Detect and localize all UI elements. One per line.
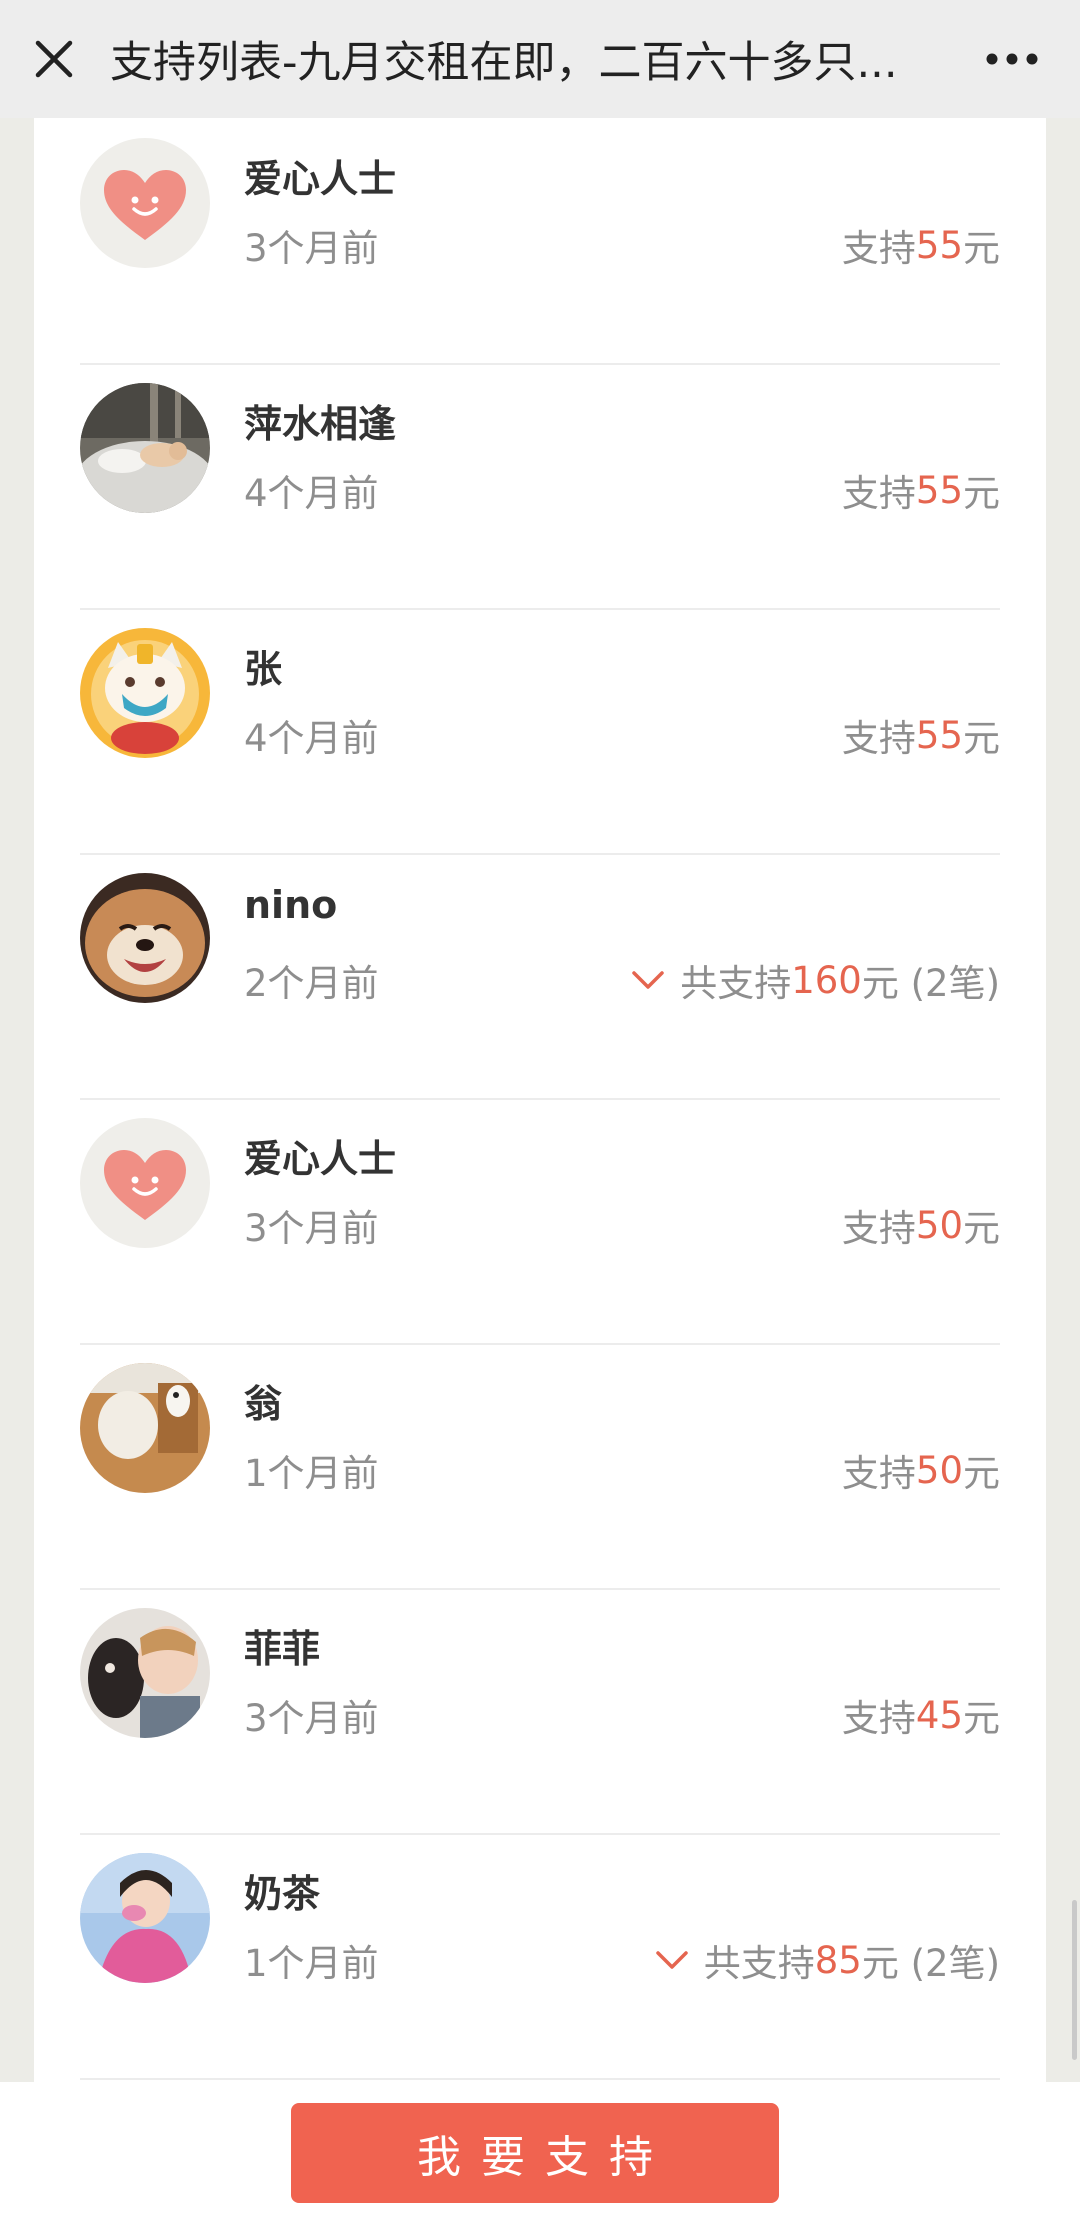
amount-suffix: 元	[963, 1207, 1000, 1250]
amount-suffix: 元	[963, 472, 1000, 515]
supporter-name: 爱心人士	[244, 1137, 397, 1181]
amount-suffix: 元	[963, 1452, 1000, 1495]
scrollbar-thumb[interactable]	[1072, 1900, 1077, 2060]
supporter-row[interactable]: 翁 1个月前 支持 50 元	[80, 1343, 1000, 1590]
heart-logo-avatar	[80, 138, 210, 268]
supporter-row[interactable]: 萍水相逢 4个月前 支持 55 元	[80, 363, 1000, 610]
amount-prefix: 支持	[841, 1207, 916, 1250]
amount-value: 55	[915, 468, 963, 512]
support-amount: 支持 50 元	[842, 1443, 1000, 1497]
amount-prefix: 共支持	[703, 1942, 815, 1985]
amount-suffix: 元	[963, 227, 1000, 270]
close-button[interactable]	[24, 29, 84, 89]
amount-value: 45	[915, 1693, 963, 1737]
cartoon-cat-mask-avatar	[80, 628, 210, 758]
supporter-row[interactable]: nino 2个月前 共支持 160 元 (2笔)	[80, 853, 1000, 1100]
amount-prefix: 支持	[841, 717, 916, 760]
support-time: 1个月前	[244, 1452, 379, 1495]
amount-prefix: 支持	[841, 1697, 916, 1740]
support-amount: 支持 55 元	[842, 218, 1000, 272]
supporters-list: 爱心人士 3个月前 支持 55 元 萍水相逢 4个月前 支持 55 元 张 4个…	[34, 118, 1046, 2118]
amount-value: 85	[814, 1938, 862, 1982]
amount-suffix: 元	[963, 717, 1000, 760]
amount-prefix: 共支持	[680, 962, 792, 1005]
support-time: 3个月前	[244, 1697, 379, 1740]
supporter-name: nino	[244, 883, 338, 927]
cats-photo-avatar	[80, 383, 210, 513]
supporter-row[interactable]: 爱心人士 3个月前 支持 55 元	[80, 118, 1000, 365]
amount-suffix: 元 (2笔)	[861, 1942, 1000, 1985]
supporter-name: 爱心人士	[244, 157, 397, 201]
more-button[interactable]	[984, 34, 1040, 84]
amount-suffix: 元	[963, 1697, 1000, 1740]
supporter-name: 萍水相逢	[244, 402, 397, 446]
support-amount: 支持 55 元	[842, 708, 1000, 762]
supporter-row[interactable]: 奶茶 1个月前 共支持 85 元 (2笔)	[80, 1833, 1000, 2080]
supporter-row[interactable]: 菲菲 3个月前 支持 45 元	[80, 1588, 1000, 1835]
amount-value: 55	[915, 713, 963, 757]
page-title: 支持列表-九月交租在即，二百六十多只...	[110, 38, 898, 88]
bottom-action-bar: 我要支持	[0, 2082, 1080, 2222]
girl-pink-sweater-avatar	[80, 1853, 210, 1983]
support-time: 4个月前	[244, 717, 379, 760]
support-time: 1个月前	[244, 1942, 379, 1985]
amount-prefix: 支持	[841, 227, 916, 270]
support-button[interactable]: 我要支持	[291, 2103, 779, 2203]
amount-value: 160	[791, 958, 862, 1002]
support-time: 4个月前	[244, 472, 379, 515]
support-amount-expandable[interactable]: 共支持 160 元 (2笔)	[630, 953, 1000, 1007]
chevron-down-icon	[632, 971, 664, 989]
support-amount: 支持 55 元	[842, 463, 1000, 517]
close-icon	[35, 40, 73, 78]
supporter-name: 张	[244, 647, 283, 691]
amount-prefix: 支持	[841, 472, 916, 515]
page: 支持列表-九月交租在即，二百六十多只... 爱心人士 3个月前 支持 55 元 …	[0, 0, 1080, 2222]
amount-prefix: 支持	[841, 1452, 916, 1495]
amount-value: 50	[915, 1203, 963, 1247]
support-amount: 支持 50 元	[842, 1198, 1000, 1252]
supporter-name: 奶茶	[244, 1872, 321, 1916]
shiba-dog-avatar	[80, 873, 210, 1003]
child-with-dog-avatar	[80, 1608, 210, 1738]
more-icon	[986, 53, 1038, 65]
support-amount: 支持 45 元	[842, 1688, 1000, 1742]
amount-value: 55	[915, 223, 963, 267]
support-time: 2个月前	[244, 962, 379, 1005]
supporter-name: 翁	[244, 1382, 283, 1426]
supporter-row[interactable]: 张 4个月前 支持 55 元	[80, 608, 1000, 855]
dogs-on-floor-avatar	[80, 1363, 210, 1493]
heart-logo-avatar	[80, 1118, 210, 1248]
amount-value: 50	[915, 1448, 963, 1492]
amount-suffix: 元 (2笔)	[861, 962, 1000, 1005]
support-time: 3个月前	[244, 227, 379, 270]
supporter-row[interactable]: 爱心人士 3个月前 支持 50 元	[80, 1098, 1000, 1345]
support-amount-expandable[interactable]: 共支持 85 元 (2笔)	[654, 1933, 1000, 1987]
supporter-name: 菲菲	[244, 1627, 321, 1671]
support-time: 3个月前	[244, 1207, 379, 1250]
chevron-down-icon	[655, 1951, 688, 1969]
navbar: 支持列表-九月交租在即，二百六十多只...	[0, 0, 1080, 118]
